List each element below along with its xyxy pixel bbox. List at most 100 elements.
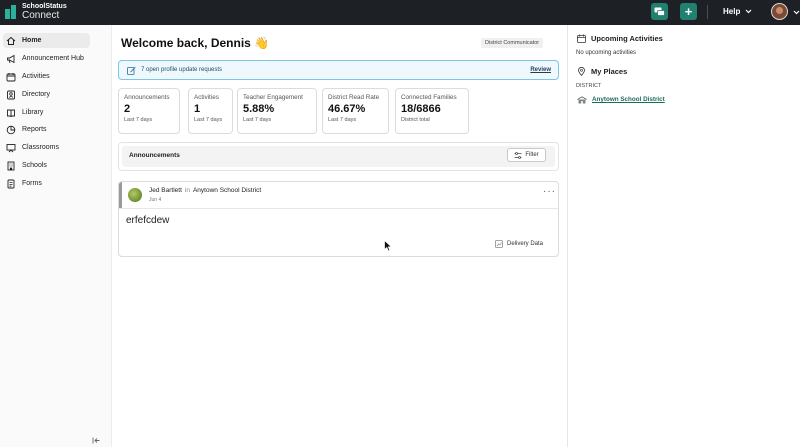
stat-period: Last 7 days [124,117,153,123]
sidebar-item-label: Home [22,37,42,44]
calendar-icon [6,72,16,82]
stat-period: District total [401,117,430,123]
sidebar-item-schools[interactable]: Schools [3,158,90,173]
form-icon [6,179,16,189]
announcements-title: Announcements [129,152,180,159]
chevron-down-icon [745,9,752,14]
stat-label: Connected Families [401,94,457,101]
messages-button[interactable] [651,3,668,20]
sidebar-item-label: Reports [22,126,47,133]
upcoming-empty-text: No upcoming activities [576,50,637,56]
divider [119,208,558,209]
stat-label: Announcements [124,94,170,101]
delivery-label: Delivery Data [507,241,544,247]
stat-card-announcements[interactable]: Announcements 2 Last 7 days [118,88,180,134]
wave-emoji: 👋 [254,36,270,50]
post-body: erfefcdew [126,215,170,226]
sidebar-item-label: Announcement Hub [22,55,84,62]
page-title: Welcome back, Dennis 👋 [121,36,269,50]
stat-card-teacher-engagement[interactable]: Teacher Engagement 5.88% Last 7 days [237,88,317,134]
sidebar-item-home[interactable]: Home [3,33,90,48]
announcements-header: Announcements Filter [118,142,559,171]
sidebar-item-label: Forms [22,180,42,187]
book-icon [6,108,16,118]
right-panel: Upcoming Activities No upcoming activiti… [567,25,800,447]
collapse-sidebar-icon[interactable] [92,437,101,444]
toolbar-divider [707,5,708,19]
app-logo[interactable]: SchoolStatus Connect [5,3,67,21]
delivery-chart-icon [495,240,503,248]
help-menu[interactable]: Help [723,7,752,16]
mouse-cursor-icon [384,240,393,252]
role-badge: District Communicator [481,38,544,48]
stat-card-district-read-rate[interactable]: District Read Rate 46.67% Last 7 days [322,88,389,134]
user-avatar[interactable] [771,3,788,20]
stat-label: District Read Rate [328,94,380,101]
review-link[interactable]: Review [530,67,551,73]
stat-label: Activities [194,94,219,101]
megaphone-icon [6,54,16,64]
stat-label: Teacher Engagement [243,94,303,101]
upcoming-activities-header: Upcoming Activities [577,34,663,43]
top-bar: SchoolStatus Connect + Help [0,0,800,25]
create-button[interactable]: + [680,3,697,20]
post-author-line: Jed Bartlett in Anytown School District [149,187,261,194]
post-date: Jun 4 [149,197,162,203]
sidebar-item-announcement-hub[interactable]: Announcement Hub [3,51,90,66]
district-link[interactable]: Anytown School District [592,96,665,103]
edit-icon [127,66,136,75]
author-name[interactable]: Jed Bartlett [149,187,182,194]
filter-icon [514,151,522,159]
announcement-card[interactable]: Jed Bartlett in Anytown School District Ju… [118,181,559,257]
sidebar-item-forms[interactable]: Forms [3,176,90,191]
sidebar-item-label: Classrooms [22,144,59,151]
stat-card-connected-families[interactable]: Connected Families 18/6866 District tota… [395,88,469,134]
sidebar-item-classrooms[interactable]: Classrooms [3,140,90,155]
building-icon [6,161,16,171]
sidebar-item-label: Schools [22,162,47,169]
upcoming-title: Upcoming Activities [591,34,663,43]
stat-period: Last 7 days [328,117,357,123]
delivery-data-button[interactable]: Delivery Data [495,240,543,248]
alert-text: 7 open profile update requests [141,67,223,73]
logo-mark-icon [5,5,17,19]
stat-period: Last 7 days [194,117,223,123]
help-label: Help [723,7,741,16]
user-menu-chevron-icon[interactable] [793,10,800,15]
main-content: Welcome back, Dennis 👋 District Communic… [112,25,567,447]
sidebar-item-label: Library [22,109,44,116]
sidebar-item-directory[interactable]: Directory [3,87,90,102]
sidebar-item-label: Directory [22,91,51,98]
more-options-icon[interactable]: ··· [543,186,556,197]
filter-button[interactable]: Filter [507,148,546,162]
chat-icon [654,7,665,16]
calendar-icon [577,34,586,43]
stat-value: 18/6866 [401,103,441,115]
stat-value: 2 [124,103,131,115]
stat-card-activities[interactable]: Activities 1 Last 7 days [188,88,233,134]
in-word: in [184,187,190,194]
stat-value: 5.88% [243,103,275,115]
whiteboard-icon [6,143,16,153]
sidebar-item-reports[interactable]: Reports [3,122,90,137]
location-pin-icon [578,67,585,76]
welcome-text: Welcome back, Dennis [121,36,251,50]
sidebar-item-label: Activities [22,73,50,80]
school-icon [577,96,587,104]
card-accent [119,182,122,208]
brand-product: Connect [22,10,60,21]
sidebar-item-library[interactable]: Library [3,105,90,120]
chart-icon [6,125,16,135]
brand-name: SchoolStatus [22,3,67,10]
filter-label: Filter [525,152,539,158]
sidebar-item-activities[interactable]: Activities [3,69,90,84]
contacts-icon [6,90,16,100]
home-icon [6,36,16,46]
stat-period: Last 7 days [243,117,272,123]
post-district[interactable]: Anytown School District [193,187,261,194]
district-section-label: DISTRICT [576,83,602,89]
stat-value: 46.67% [328,103,366,115]
stat-value: 1 [194,103,201,115]
author-avatar [128,188,142,202]
sidebar: Home Announcement Hub Activities Directo… [0,25,112,447]
